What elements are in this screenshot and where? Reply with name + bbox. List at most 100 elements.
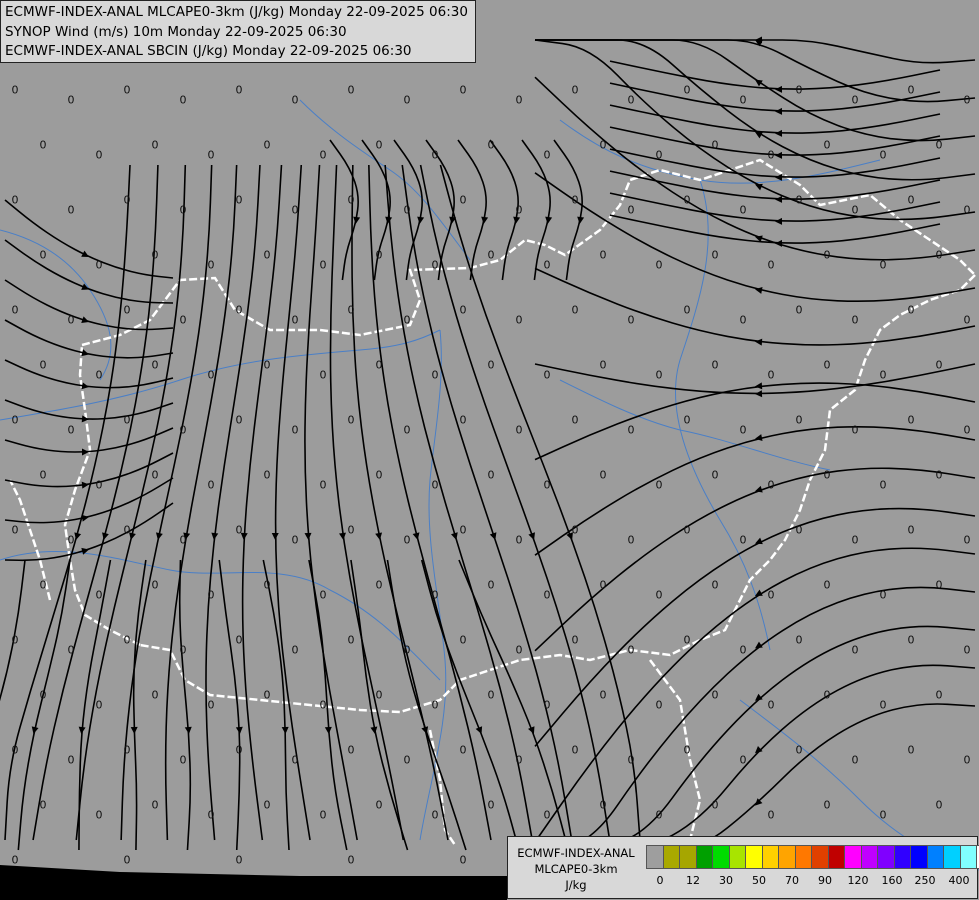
legend-swatch (960, 846, 977, 868)
streamline-arrowhead (353, 216, 361, 224)
cin-value-label: 0 (235, 83, 243, 97)
cin-value-label: 0 (823, 248, 831, 262)
legend-swatch (861, 846, 878, 868)
streamline-arrowhead (775, 85, 783, 93)
cin-value-label: 0 (319, 478, 327, 492)
cin-value-label: 0 (431, 808, 439, 822)
streamline-arrowhead (324, 726, 332, 734)
cin-value-label: 0 (347, 743, 355, 757)
legend-swatch (927, 846, 944, 868)
streamline-arrowhead (339, 532, 346, 540)
cin-value-label: 0 (599, 688, 607, 702)
cin-value-label: 0 (235, 303, 243, 317)
streamline (164, 164, 238, 841)
cin-value-label: 0 (711, 688, 719, 702)
cin-value-label: 0 (599, 468, 607, 482)
cin-value-label: 0 (319, 588, 327, 602)
cin-value-label: 0 (179, 643, 187, 657)
cin-value-label: 0 (823, 358, 831, 372)
cin-value-label: 0 (543, 698, 551, 712)
legend-tick-label: 160 (881, 874, 903, 887)
cin-value-label: 0 (347, 633, 355, 647)
cin-value-label: 0 (487, 358, 495, 372)
cin-value-label: 0 (431, 698, 439, 712)
cin-value-label: 0 (515, 93, 523, 107)
cin-value-label: 0 (739, 203, 747, 217)
cin-value-label: 0 (599, 358, 607, 372)
cin-value-label: 0 (235, 523, 243, 537)
streamline (4, 199, 174, 279)
color-legend: ECMWF-INDEX-ANAL MLCAPE0-3km J/kg 0 12 30 5… (507, 836, 979, 899)
weather-map[interactable]: 0 0 0 0 0 0 0 0 0 0 0 0 0 0 0 0 0 0 0 0 0 0 0 0 0 0 0 0 0 0 0 0 0 0 0 0 0 0 0 0… (0, 0, 979, 900)
streamline (308, 559, 348, 851)
streamline (609, 82, 941, 112)
cin-value-label: 0 (935, 578, 943, 592)
cin-value-label: 0 (515, 753, 523, 767)
cin-value-label: 0 (291, 203, 299, 217)
streamline (535, 625, 976, 851)
cin-value-label: 0 (571, 523, 579, 537)
cin-value-label: 0 (823, 138, 831, 152)
cin-value-label: 0 (711, 358, 719, 372)
streamline-arrowhead (489, 532, 497, 540)
cin-value-label: 0 (347, 83, 355, 97)
legend-parameter: MLCAPE0-3km (534, 862, 618, 876)
legend-tick-label: 0 (656, 874, 664, 887)
cin-value-label: 0 (935, 358, 943, 372)
cin-value-label: 0 (375, 688, 383, 702)
cin-value-label: 0 (515, 643, 523, 657)
cin-value-label: 0 (403, 423, 411, 437)
streamline-arrowhead (184, 726, 192, 734)
streamline-arrowhead (130, 726, 138, 734)
cin-value-label: 0 (375, 358, 383, 372)
cin-value-label: 0 (151, 688, 159, 702)
cin-value-label: 0 (263, 688, 271, 702)
cin-value-label: 0 (963, 753, 971, 767)
cin-value-label: 0 (767, 478, 775, 492)
cin-value-label: 0 (879, 148, 887, 162)
cin-value-label: 0 (795, 743, 803, 757)
legend-swatch (729, 846, 746, 868)
cin-value-label: 0 (823, 578, 831, 592)
cin-value-label: 0 (851, 203, 859, 217)
cin-value-label: 0 (795, 193, 803, 207)
streamline-arrowhead (81, 481, 89, 489)
cin-value-label: 0 (123, 303, 131, 317)
cin-value-label: 0 (907, 743, 915, 757)
cin-value-label: 0 (431, 368, 439, 382)
streamline-arrowhead (370, 726, 378, 734)
country-borders (8, 158, 976, 846)
cin-value-label: 0 (11, 523, 19, 537)
legend-swatch (911, 846, 928, 868)
cin-value-label: 0 (767, 258, 775, 272)
cin-value-label: 0 (179, 203, 187, 217)
cin-value-label: 0 (263, 468, 271, 482)
cin-value-label: 0 (879, 698, 887, 712)
cin-value-label: 0 (375, 138, 383, 152)
cin-value-label: 0 (95, 148, 103, 162)
cin-value-label: 0 (291, 423, 299, 437)
cin-value-label: 0 (851, 423, 859, 437)
cin-value-label: 0 (571, 193, 579, 207)
cin-value-label: 0 (319, 148, 327, 162)
streamline (609, 170, 941, 200)
cin-value-label: 0 (431, 148, 439, 162)
cin-value-label: 0 (515, 423, 523, 437)
cin-value-label: 0 (627, 423, 635, 437)
cin-value-label: 0 (459, 303, 467, 317)
cin-value-label: 0 (879, 478, 887, 492)
cin-value-label: 0 (123, 83, 131, 97)
cin-value-label: 0 (39, 688, 47, 702)
cin-value-label: 0 (487, 138, 495, 152)
cin-value-label: 0 (739, 93, 747, 107)
cin-value-label: 0 (403, 753, 411, 767)
streamline (384, 164, 533, 841)
streamline (75, 164, 187, 841)
header-mlcape-line: ECMWF-INDEX-ANAL MLCAPE0-3km (J/kg) Mond… (5, 4, 468, 20)
cin-value-label: 0 (543, 148, 551, 162)
streamline-arrowhead (304, 532, 312, 540)
cin-value-label: 0 (767, 588, 775, 602)
cin-value-label: 0 (67, 203, 75, 217)
streamline-arrowhead (775, 107, 783, 115)
cin-value-label: 0 (487, 468, 495, 482)
